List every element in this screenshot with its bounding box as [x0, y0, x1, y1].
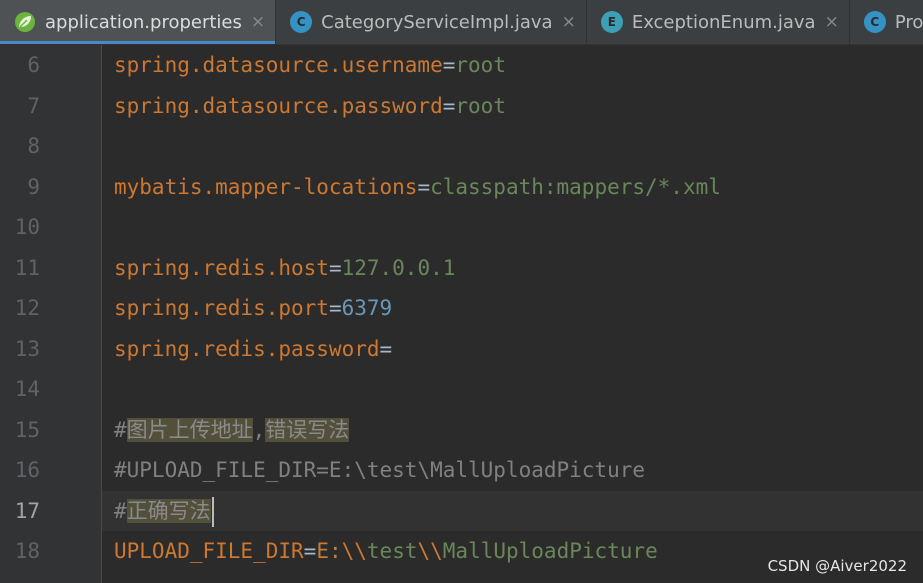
code-text[interactable]: mybatis.mapper-locations=classpath:mappe… — [114, 167, 721, 208]
code-text[interactable]: spring.datasource.password=root — [114, 86, 506, 127]
watermark: CSDN @Aiver2022 — [767, 557, 907, 575]
tab-application-properties[interactable]: application.properties × — [0, 0, 277, 44]
line-number: 7 — [27, 93, 40, 118]
class-icon: C — [863, 11, 886, 33]
line-number: 18 — [14, 539, 40, 563]
code-comment[interactable]: #UPLOAD_FILE_DIR=E:\test\MallUploadPictu… — [114, 450, 645, 491]
line-number: 13 — [14, 336, 40, 361]
text-caret — [211, 496, 214, 527]
line-number: 9 — [27, 174, 40, 199]
enum-icon: E — [600, 11, 623, 33]
tab-product[interactable]: C Product — [850, 0, 923, 44]
code-comment[interactable]: #正确写法 — [114, 491, 214, 532]
code-text[interactable]: spring.redis.host=127.0.0.1 — [114, 248, 455, 289]
line-number: 16 — [14, 458, 40, 482]
line-number: 17 — [14, 498, 40, 523]
tab-label: Product — [894, 11, 923, 33]
editor-tab-bar: application.properties × C CategoryServi… — [0, 0, 923, 45]
code-text[interactable]: spring.redis.password= — [114, 329, 392, 370]
code-text[interactable]: UPLOAD_FILE_DIR=E:\\test\\MallUploadPict… — [114, 531, 658, 572]
tab-label: ExceptionEnum.java — [631, 11, 816, 33]
line-number: 11 — [14, 255, 40, 280]
line-number: 15 — [14, 417, 40, 442]
spring-leaf-icon — [14, 11, 36, 33]
current-line-highlight — [102, 490, 923, 531]
code-text[interactable]: spring.datasource.username=root — [114, 45, 506, 86]
tab-label: CategoryServiceImpl.java — [321, 11, 553, 33]
code-comment[interactable]: #图片上传地址,错误写法 — [114, 410, 350, 451]
line-number: 14 — [14, 377, 40, 401]
close-icon[interactable]: × — [825, 12, 839, 32]
close-icon[interactable]: × — [251, 12, 265, 32]
close-icon[interactable]: × — [562, 12, 576, 32]
line-number: 6 — [27, 53, 40, 77]
tab-label: application.properties — [45, 11, 242, 33]
line-number: 8 — [27, 134, 40, 158]
code-text[interactable]: spring.redis.port=6379 — [114, 288, 392, 329]
class-icon: C — [290, 11, 313, 33]
line-number: 10 — [14, 215, 40, 239]
tab-category-service-impl[interactable]: C CategoryServiceImpl.java × — [276, 0, 587, 44]
tab-exception-enum[interactable]: E ExceptionEnum.java × — [587, 0, 850, 44]
line-number: 12 — [14, 296, 40, 320]
